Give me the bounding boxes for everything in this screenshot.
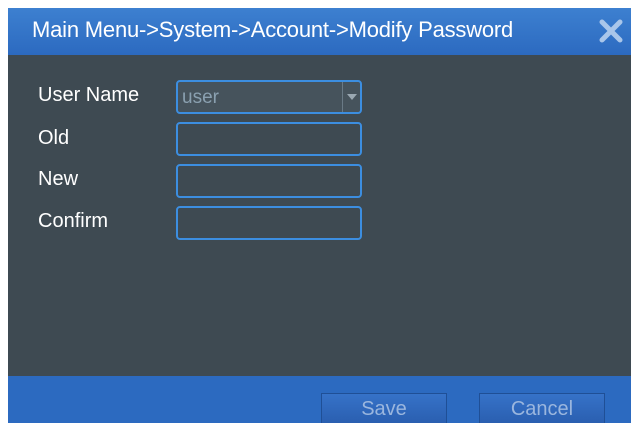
confirm-password-field[interactable]	[176, 206, 362, 240]
user-name-value: user	[182, 87, 219, 108]
chevron-down-icon[interactable]	[342, 82, 360, 112]
modify-password-dialog: Main Menu->System->Account->Modify Passw…	[8, 8, 631, 423]
dialog-title: Main Menu->System->Account->Modify Passw…	[32, 17, 514, 42]
old-password-field[interactable]	[176, 122, 362, 156]
user-name-label: User Name	[38, 84, 140, 106]
cancel-button[interactable]: Cancel	[479, 393, 605, 423]
close-icon[interactable]	[597, 16, 625, 46]
old-password-label: Old	[38, 127, 70, 149]
new-password-field[interactable]	[176, 164, 362, 198]
confirm-password-label: Confirm	[38, 210, 109, 232]
new-password-label: New	[38, 168, 79, 190]
user-name-select[interactable]: user	[176, 80, 362, 114]
save-button[interactable]: Save	[321, 393, 447, 423]
footer-bar: Save Cancel	[8, 376, 631, 423]
title-bar: Main Menu->System->Account->Modify Passw…	[8, 8, 631, 55]
